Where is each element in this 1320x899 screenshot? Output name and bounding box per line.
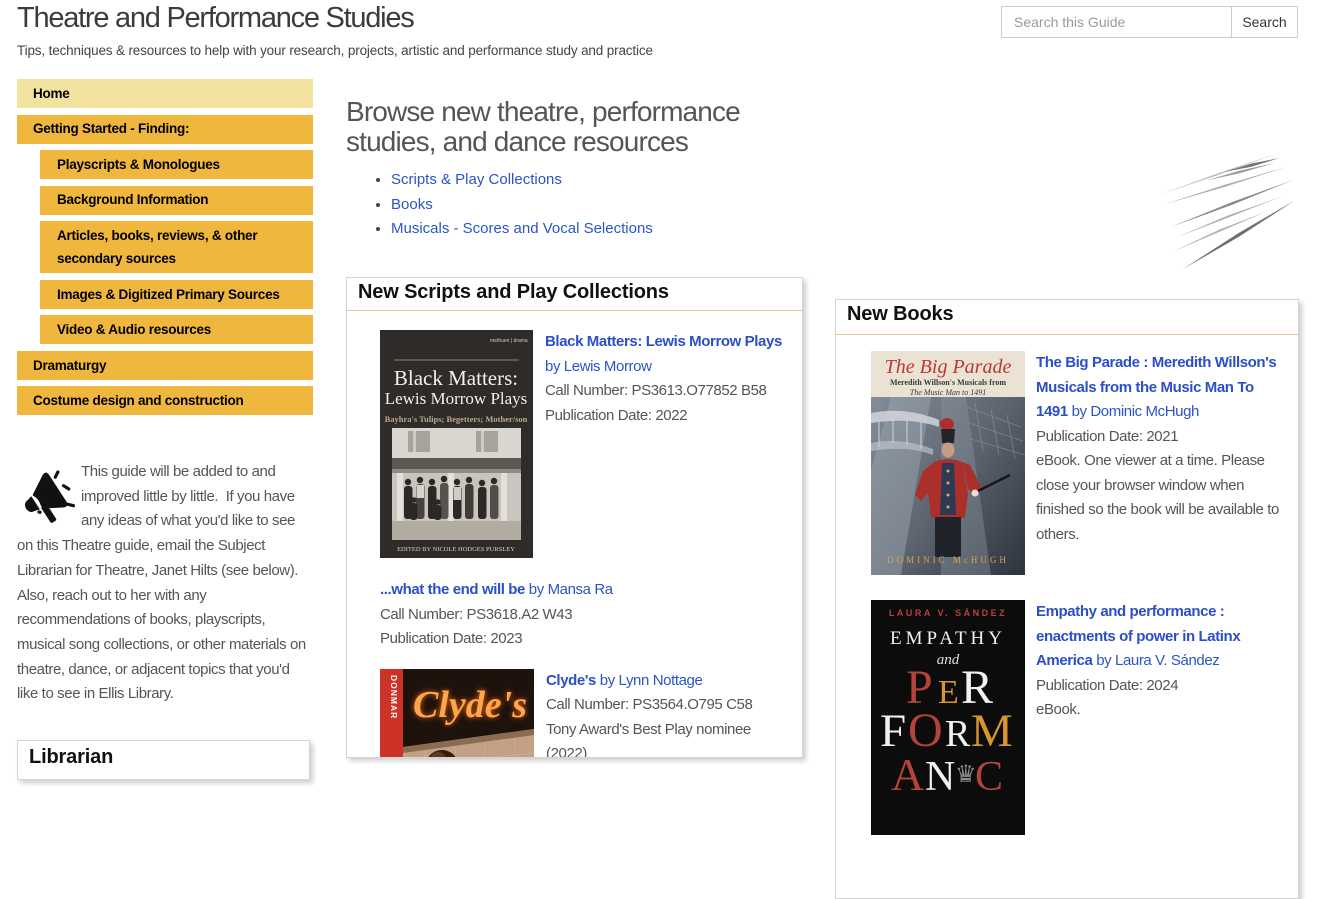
svg-text:and: and [937, 652, 960, 668]
svg-text:Bayhra's Tulips; Begetters; Mo: Bayhra's Tulips; Begetters; Mother/son [385, 414, 528, 424]
svg-text:The Music Man to 1491: The Music Man to 1491 [910, 388, 986, 397]
svg-text:Black Matters:: Black Matters: [394, 366, 518, 390]
svg-text:EDITED BY NICOLE HODGES PURSLE: EDITED BY NICOLE HODGES PURSLEY [397, 546, 515, 553]
svg-text:R: R [945, 713, 971, 755]
svg-text:N: N [925, 754, 955, 800]
svg-text:♛: ♛ [955, 762, 977, 788]
svg-text:EMPATHY: EMPATHY [890, 628, 1006, 649]
svg-text:The Big Parade: The Big Parade [885, 356, 1012, 378]
svg-text:methuen | drama: methuen | drama [490, 338, 528, 344]
svg-text:DONMAR: DONMAR [389, 675, 399, 719]
svg-text:Lewis Morrow Plays: Lewis Morrow Plays [385, 389, 528, 408]
svg-text:M: M [971, 705, 1013, 757]
svg-text:DOMINIC McHUGH: DOMINIC McHUGH [887, 555, 1009, 565]
svg-text:Meredith Willson's Musicals fr: Meredith Willson's Musicals from [890, 378, 1006, 387]
svg-text:LAURA V. SÁNDEZ: LAURA V. SÁNDEZ [889, 608, 1007, 618]
svg-text:Clyde's: Clyde's [413, 684, 527, 726]
svg-text:A: A [891, 749, 924, 800]
svg-text:C: C [975, 754, 1003, 800]
